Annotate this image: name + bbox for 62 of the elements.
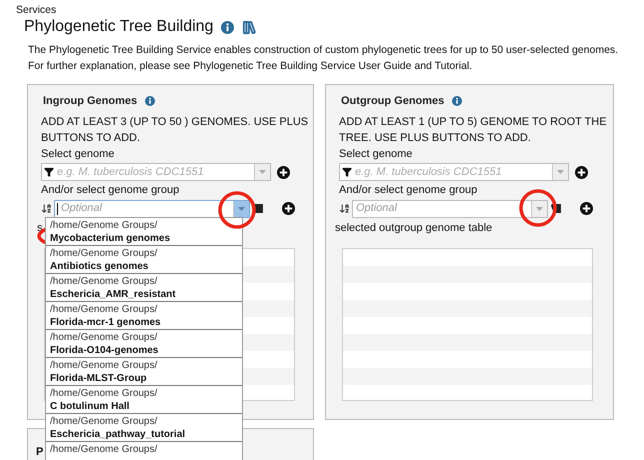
add-icon[interactable] (580, 202, 593, 215)
annotation-circle (218, 191, 256, 229)
instructions: ADD AT LEAST 3 (UP TO 50 ) GENOMES. USE PLUS BUTTONS TO ADD. (41, 115, 310, 146)
group-name: Eschericia_AMR_resistant (50, 288, 177, 301)
group-name: Antibiotics genomes (50, 260, 150, 273)
field-label: And/or select genome group (339, 183, 478, 198)
dropdown-item[interactable]: /home/Genome Groups/ Mycobacterium genomes (46, 218, 242, 246)
placeholder-text: Optional (356, 201, 398, 216)
add-icon[interactable] (575, 166, 588, 178)
dropdown-item[interactable]: /home/Genome Groups/ Eschericia_AMR_resistant (46, 274, 242, 302)
sort-icon[interactable] (339, 203, 350, 214)
group-path: /home/Genome Groups/ (50, 387, 158, 400)
group-name: Eschericia_pathway_tutorial (50, 428, 186, 441)
group-path: /home/Genome Groups/ (50, 247, 158, 260)
group-name: C botulinum Hall (50, 400, 130, 413)
sort-icon[interactable] (41, 203, 52, 214)
group-name: Mycobacterium genomes (50, 232, 172, 245)
group-path: /home/Genome Groups/ (50, 303, 158, 316)
group-path: /home/Genome Groups/ (50, 275, 158, 288)
filter-icon (342, 167, 352, 177)
placeholder-text: e.g. M. tuberculosis CDC1551 (57, 164, 205, 180)
dropdown-item[interactable]: /home/Genome Groups/ (46, 442, 242, 460)
table-label: selected outgroup genome table (335, 221, 492, 236)
caret-icon (557, 170, 564, 174)
dropdown-item[interactable]: /home/Genome Groups/ Florida-O104-genomes (46, 330, 242, 358)
annotation-circle (519, 189, 557, 227)
panel-title: Outgroup Genomes (341, 94, 444, 109)
page-title: Phylogenetic Tree Building (24, 17, 214, 37)
placeholder-text: e.g. M. tuberculosis CDC1551 (355, 164, 503, 180)
group-path: /home/Genome Groups/ (50, 331, 158, 344)
field-label: And/or select genome group (41, 183, 180, 198)
library-icon[interactable] (242, 20, 258, 34)
field-label: Select genome (41, 147, 116, 162)
add-icon[interactable] (277, 166, 290, 178)
breadcrumb[interactable]: Services (16, 0, 644, 16)
caret-icon (536, 206, 543, 210)
description-text: For further explanation, please see Phylogenetic Tree Building Service User Guide and Tutorial. (28, 59, 474, 74)
caret-icon (238, 206, 245, 210)
instructions: ADD AT LEAST 1 (UP TO 5) GENOME TO ROOT THE TREE. USE PLUS BUTTONS TO ADD. (339, 115, 608, 146)
panel-title: Ingroup Genomes (43, 94, 138, 109)
dropdown-item[interactable]: /home/Genome Groups/ Eschericia_pathway_tutorial (46, 414, 242, 442)
group-path: /home/Genome Groups/ (50, 443, 158, 456)
info-icon[interactable] (452, 96, 462, 106)
dropdown-item[interactable]: /home/Genome Groups/ Florida-mcr-1 genomes (46, 302, 242, 330)
info-icon[interactable] (221, 20, 234, 34)
dropdown-item[interactable]: /home/Genome Groups/ Antibiotics genomes (46, 246, 242, 274)
add-icon[interactable] (282, 202, 295, 215)
filter-icon (44, 167, 54, 177)
placeholder-text: Optional (61, 201, 104, 216)
info-icon[interactable] (145, 96, 156, 106)
description-text: The Phylogenetic Tree Building Service enables construction of custom phylogenetic trees for up to 50 user-selected genomes. (28, 43, 620, 58)
group-name: Florida-MLST-Group (50, 372, 148, 385)
group-name: Florida-mcr-1 genomes (50, 316, 162, 329)
caret-icon (259, 170, 266, 174)
group-name: Florida-O104-genomes (50, 344, 160, 357)
field-label: Select genome (339, 147, 414, 162)
group-path: /home/Genome Groups/ (50, 219, 158, 232)
group-path: /home/Genome Groups/ (50, 415, 158, 428)
panel-title: P (36, 446, 44, 458)
group-path: /home/Genome Groups/ (50, 359, 158, 372)
dropdown-item[interactable]: /home/Genome Groups/ Florida-MLST-Group (46, 358, 242, 386)
dropdown-item[interactable]: /home/Genome Groups/ C botulinum Hall (46, 386, 242, 414)
